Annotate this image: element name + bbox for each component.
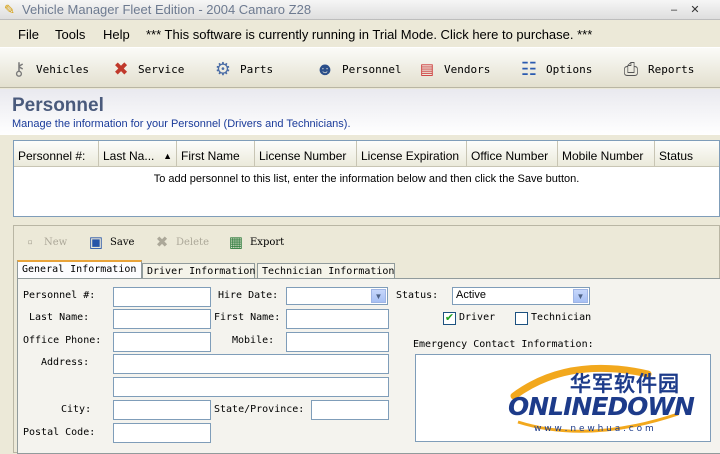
options-button[interactable]: ☷ Options <box>516 53 592 85</box>
personnel-button[interactable]: ☻ Personnel <box>312 53 402 85</box>
checkmark-icon: ✔ <box>444 312 455 324</box>
menu-file[interactable]: File <box>18 27 39 42</box>
mobile-label: Mobile: <box>232 335 275 346</box>
last-name-label: Last Name: <box>29 312 90 323</box>
delete-x-icon: ✖ <box>155 234 169 251</box>
column-last-name[interactable]: Last Na... ▲ <box>99 141 177 167</box>
hire-date-picker[interactable]: ▼ <box>286 287 388 305</box>
address-line1-input[interactable] <box>113 354 389 374</box>
column-personnel-no[interactable]: Personnel #: <box>14 141 99 167</box>
keys-icon: ⚷ <box>12 58 26 79</box>
technician-checkbox[interactable] <box>515 312 528 325</box>
chevron-down-icon: ▼ <box>371 289 386 303</box>
status-label: Status: <box>396 290 439 301</box>
page-subtitle: Manage the information for your Personne… <box>12 118 351 130</box>
options-list-icon: ☷ <box>520 58 538 79</box>
status-select[interactable]: Active ▼ <box>452 287 590 305</box>
postal-code-input[interactable] <box>113 423 211 443</box>
title-bar: ✎ Vehicle Manager Fleet Edition - 2004 C… <box>0 0 720 20</box>
column-license-expiration[interactable]: License Expiration <box>357 141 467 167</box>
last-name-input[interactable] <box>113 309 211 329</box>
technician-label: Technician <box>531 312 592 323</box>
page-header: Personnel Manage the information for you… <box>0 89 720 135</box>
driver-checkbox[interactable]: ✔ <box>443 312 456 325</box>
close-button[interactable]: ✕ <box>688 3 702 17</box>
onlinedown-watermark-logo: 华军软件园 ONLINEDOWN w w w . n e w h u a . c… <box>508 362 714 447</box>
state-province-input[interactable] <box>311 400 389 420</box>
state-province-label: State/Province: <box>214 404 305 415</box>
column-office-number[interactable]: Office Number <box>467 141 558 167</box>
export-icon: ▦ <box>228 234 244 251</box>
tab-general-information[interactable]: General Information <box>17 260 142 279</box>
reports-button[interactable]: ⎙ Reports <box>618 53 695 85</box>
delete-button[interactable]: ✖ Delete <box>152 232 209 252</box>
city-input[interactable] <box>113 400 211 420</box>
printer-icon: ⎙ <box>623 58 639 79</box>
app-icon: ✎ <box>4 2 15 17</box>
trial-notice-link[interactable]: *** This software is currently running i… <box>146 27 592 42</box>
personnel-grid[interactable]: Personnel #: Last Na... ▲ First Name Lice… <box>13 140 720 217</box>
status-select-value: Active <box>456 289 486 301</box>
hire-date-label: Hire Date: <box>218 290 279 301</box>
city-label: City: <box>61 404 92 415</box>
grid-empty-message: To add personnel to this list, enter the… <box>153 173 580 185</box>
postal-code-label: Postal Code: <box>23 427 96 438</box>
personnel-no-input[interactable] <box>113 287 211 307</box>
address-label: Address: <box>41 357 90 368</box>
first-name-input[interactable] <box>286 309 389 329</box>
column-first-name[interactable]: First Name <box>177 141 255 167</box>
save-button[interactable]: ▣ Save <box>86 232 134 252</box>
driver-label: Driver <box>459 312 496 323</box>
service-button[interactable]: ✖ Service <box>108 53 184 85</box>
menu-tools[interactable]: Tools <box>55 27 85 42</box>
watermark-url-text: w w w . n e w h u a . c o m <box>534 424 654 434</box>
parts-button[interactable]: ⚙ Parts <box>210 53 273 85</box>
watermark-brand-text: ONLINEDOWN <box>508 392 695 421</box>
emergency-contact-label: Emergency Contact Information: <box>413 339 594 350</box>
floppy-disk-icon: ▣ <box>88 234 104 251</box>
mobile-input[interactable] <box>286 332 389 352</box>
column-status[interactable]: Status <box>655 141 720 167</box>
vendors-button[interactable]: ▤ Vendors <box>414 53 490 85</box>
window-title: Vehicle Manager Fleet Edition - 2004 Cam… <box>22 2 312 17</box>
action-toolbar: ▫ New ▣ Save ✖ Delete ▦ Export <box>14 226 719 256</box>
address-line2-input[interactable] <box>113 377 389 397</box>
main-toolbar: ⚷ Vehicles ✖ Service ⚙ Parts ☻ Personnel… <box>0 47 720 88</box>
menu-bar: File Tools Help *** This software is cur… <box>0 23 720 45</box>
personnel-no-label: Personnel #: <box>23 290 96 301</box>
chevron-down-icon: ▼ <box>573 289 588 303</box>
first-name-label: First Name: <box>214 312 281 323</box>
person-icon: ☻ <box>315 58 335 79</box>
column-mobile-number[interactable]: Mobile Number <box>558 141 655 167</box>
wrench-icon: ✖ <box>113 58 129 79</box>
new-button[interactable]: ▫ New <box>20 232 67 252</box>
page-title: Personnel <box>12 95 104 116</box>
menu-help[interactable]: Help <box>103 27 130 42</box>
office-phone-label: Office Phone: <box>23 335 102 346</box>
office-phone-input[interactable] <box>113 332 211 352</box>
export-button[interactable]: ▦ Export <box>226 232 284 252</box>
minimize-button[interactable]: – <box>667 3 681 17</box>
vendor-card-icon: ▤ <box>419 61 435 78</box>
grid-header: Personnel #: Last Na... ▲ First Name Lice… <box>14 141 719 167</box>
gears-icon: ⚙ <box>214 58 232 79</box>
new-document-icon: ▫ <box>27 233 33 251</box>
column-license-number[interactable]: License Number <box>255 141 357 167</box>
sort-asc-icon: ▲ <box>163 151 172 161</box>
vehicles-button[interactable]: ⚷ Vehicles <box>6 53 89 85</box>
